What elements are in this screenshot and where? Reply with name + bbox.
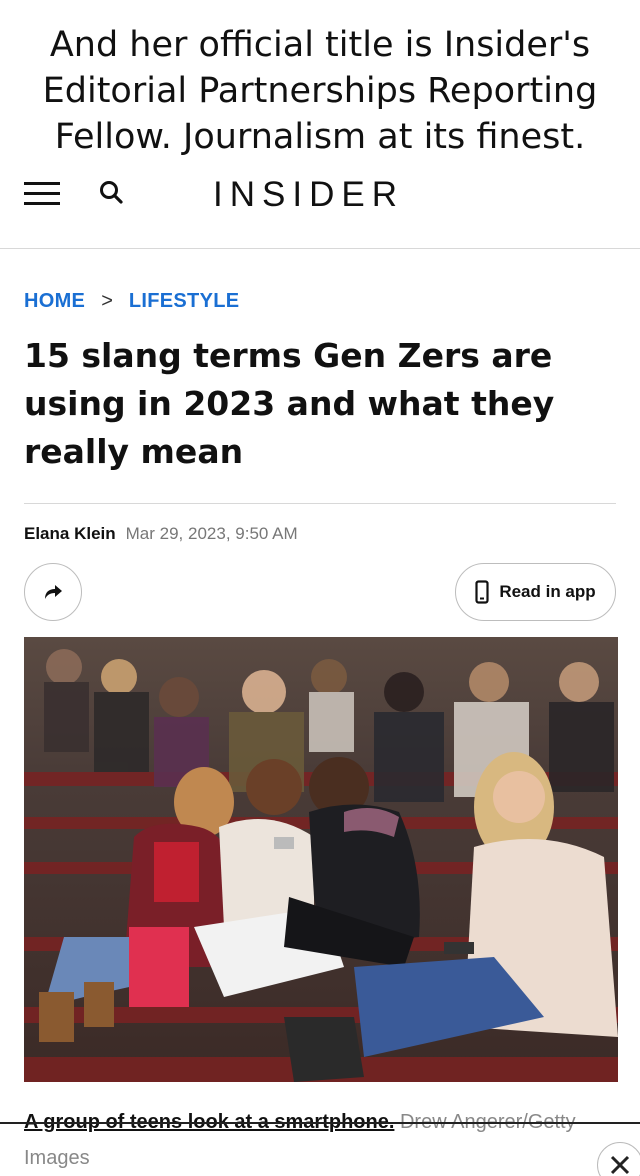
- header-divider: [0, 248, 640, 249]
- publish-date: Mar 29, 2023, 9:50 AM: [125, 524, 298, 543]
- share-button[interactable]: [24, 563, 82, 621]
- breadcrumb-lifestyle-link[interactable]: LIFESTYLE: [129, 290, 239, 313]
- meme-caption-line-1: And her official title is Insider's: [49, 25, 591, 65]
- search-icon[interactable]: [98, 179, 126, 207]
- read-in-app-button[interactable]: Read in app: [455, 563, 616, 621]
- headline-divider: [24, 503, 616, 504]
- hamburger-menu-icon[interactable]: [24, 182, 60, 206]
- meme-caption-line-2: Editorial Partnerships Reporting: [42, 71, 598, 111]
- read-in-app-label: Read in app: [499, 582, 596, 601]
- overlay-divider: [0, 1122, 640, 1124]
- author-name[interactable]: Elana Klein: [24, 524, 116, 544]
- share-arrow-icon: [45, 585, 62, 599]
- article-headline: 15 slang terms Gen Zers are using in 202…: [24, 336, 555, 471]
- image-caption: A group of teens look at a smartphone. D…: [24, 1104, 624, 1176]
- meme-caption: And her official title is Insider's Edit…: [0, 22, 640, 160]
- close-icon[interactable]: [597, 1142, 640, 1176]
- article-hero-image[interactable]: [24, 637, 618, 1082]
- byline: Elana Klein Mar 29, 2023, 9:50 AM: [24, 524, 298, 544]
- phone-icon: [475, 580, 489, 604]
- site-logo[interactable]: INSIDER: [213, 175, 404, 215]
- breadcrumb-home-link[interactable]: HOME: [24, 290, 85, 313]
- breadcrumb-separator: >: [101, 290, 113, 312]
- site-header: INSIDER: [0, 165, 640, 249]
- meme-caption-line-3: Fellow. Journalism at its finest.: [54, 117, 586, 157]
- breadcrumb: HOME > LIFESTYLE: [24, 290, 239, 313]
